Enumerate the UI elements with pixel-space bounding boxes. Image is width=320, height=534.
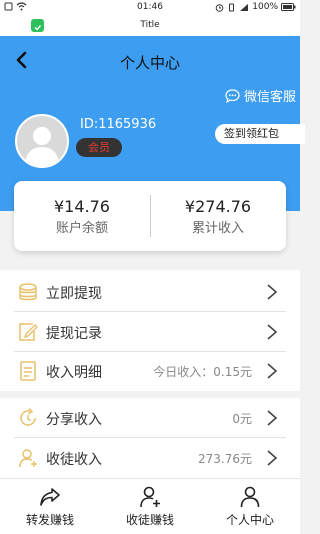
edit-record-icon — [19, 323, 38, 341]
member-badge: 会员 — [76, 138, 122, 157]
vibrate-icon — [229, 3, 235, 11]
chevron-right-icon — [267, 410, 278, 426]
app-bar: Title — [0, 16, 300, 36]
total-income-amount: ¥274.76 — [184, 197, 252, 216]
chevron-right-icon — [267, 450, 278, 466]
menu-item-label: 立即提现 — [46, 286, 102, 302]
menu-item-label: 分享收入 — [46, 412, 102, 428]
menu-item-label: 收徒收入 — [46, 452, 102, 468]
nav-label: 收徒赚钱 — [125, 513, 174, 527]
balance-label: 账户余额 — [55, 221, 108, 236]
wechat-service-link[interactable]: 微信客服 — [225, 86, 296, 105]
chat-bubble-icon — [225, 88, 240, 103]
status-bar: 01:46 100% — [0, 0, 300, 16]
total-income-section[interactable]: ¥274.76 累计收入 — [150, 197, 286, 236]
app-title: Title — [140, 20, 160, 30]
page-title: 个人中心 — [119, 54, 180, 72]
menu-item-withdraw-records[interactable]: 提现记录 — [0, 312, 300, 352]
share-arrow-icon — [40, 488, 60, 506]
menu-item-value: 273.76元 — [198, 452, 252, 466]
alarm-icon — [215, 3, 224, 12]
wechat-service-label: 微信客服 — [243, 90, 296, 105]
menu-item-value: 0元 — [232, 412, 252, 426]
balance-section[interactable]: ¥14.76 账户余额 — [14, 197, 150, 236]
battery-text: 100% — [252, 2, 278, 12]
menu-item-label: 提现记录 — [46, 326, 102, 342]
balance-amount: ¥14.76 — [54, 197, 110, 216]
nav-label: 转发赚钱 — [25, 513, 74, 527]
avatar[interactable] — [15, 114, 69, 168]
nav-tab-forward-earn[interactable]: 转发赚钱 — [0, 485, 100, 528]
chevron-right-icon — [267, 363, 278, 379]
nav-label: 个人中心 — [225, 513, 274, 527]
checkin-red-packet-button[interactable]: 签到领红包 — [215, 124, 305, 144]
menu-item-apprentice-income[interactable]: 收徒收入 273.76元 — [0, 438, 300, 478]
menu-group-income: 分享收入 0元 收徒收入 273.76元 — [0, 398, 300, 478]
menu-item-share-income[interactable]: 分享收入 0元 — [0, 398, 300, 438]
menu-item-value: 今日收入：0.15元 — [153, 365, 252, 379]
chevron-right-icon — [267, 324, 278, 340]
menu-group-primary: 立即提现 提现记录 收入明细 今日收入：0.15元 — [0, 270, 300, 391]
add-user-icon — [140, 486, 160, 508]
person-icon — [240, 486, 260, 508]
battery-icon — [281, 3, 296, 11]
nav-tab-apprentice-earn[interactable]: 收徒赚钱 — [100, 485, 200, 528]
menu-item-label: 收入明细 — [46, 365, 102, 381]
user-id: ID:1165936 — [80, 117, 157, 132]
menu-item-income-details[interactable]: 收入明细 今日收入：0.15元 — [0, 351, 300, 391]
menu-item-withdraw-now[interactable]: 立即提现 — [0, 272, 300, 312]
nav-tab-profile[interactable]: 个人中心 — [200, 485, 300, 528]
user-avatar-icon — [25, 127, 59, 166]
share-refresh-icon — [20, 407, 36, 426]
coin-stack-icon — [19, 283, 37, 301]
user-plus-icon — [19, 449, 37, 468]
total-income-label: 累计收入 — [191, 221, 244, 236]
document-list-icon — [20, 361, 36, 381]
signal-icon — [240, 3, 249, 11]
bottom-navigation: 转发赚钱 收徒赚钱 个人中心 — [0, 478, 300, 534]
chevron-right-icon — [267, 284, 278, 300]
balance-summary-card: ¥14.76 账户余额 ¥274.76 累计收入 — [14, 181, 286, 251]
